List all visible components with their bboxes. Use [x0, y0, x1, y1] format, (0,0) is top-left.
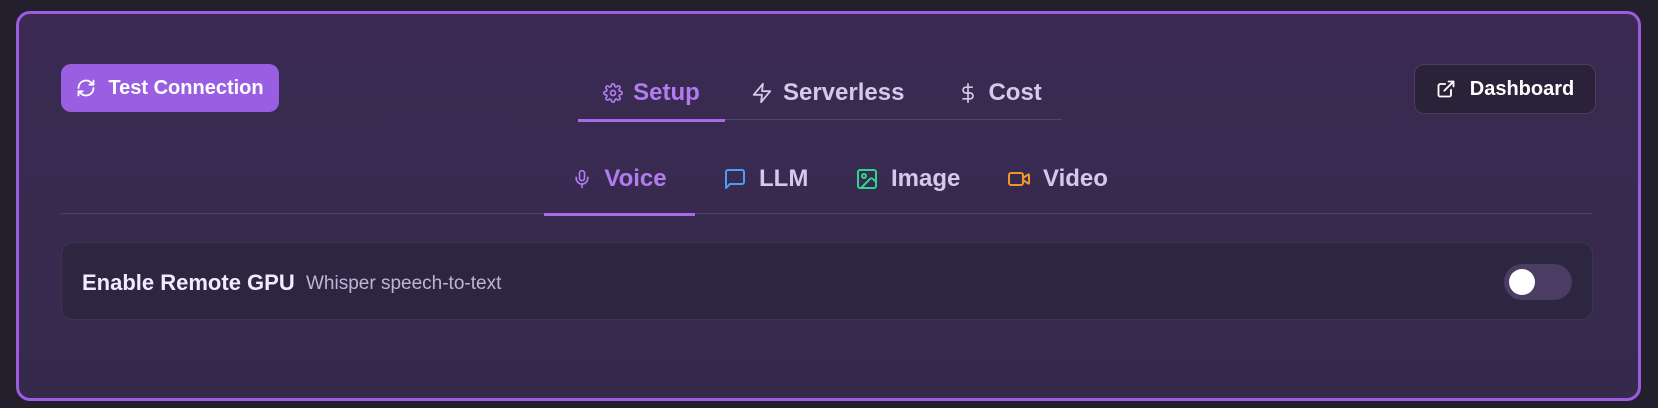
tab-video-label: Video [1043, 165, 1108, 192]
lightning-icon [751, 82, 773, 104]
test-connection-button[interactable]: Test Connection [61, 64, 279, 112]
top-tab-bar: Setup Serverless Cost [578, 66, 1062, 122]
setting-title: Enable Remote GPU [82, 270, 295, 295]
tab-serverless[interactable]: Serverless [751, 66, 904, 120]
dollar-icon [958, 82, 978, 104]
tab-video[interactable]: Video [1007, 144, 1108, 214]
remote-gpu-toggle[interactable] [1504, 264, 1572, 300]
sub-tab-bar: Voice LLM Image Video [61, 144, 1593, 216]
tab-image-label: Image [891, 165, 961, 192]
tab-serverless-label: Serverless [783, 79, 905, 106]
tab-llm-label: LLM [759, 165, 809, 192]
setting-subtitle: Whisper speech-to-text [306, 273, 502, 294]
chat-bubble-icon [723, 167, 747, 191]
tab-image[interactable]: Image [855, 144, 960, 214]
tab-voice[interactable]: Voice [544, 144, 695, 216]
external-link-icon [1436, 79, 1456, 99]
tab-llm[interactable]: LLM [723, 144, 808, 214]
tab-setup-label: Setup [633, 79, 700, 106]
tab-setup[interactable]: Setup [578, 66, 725, 122]
tab-voice-label: Voice [604, 165, 667, 192]
gear-icon [603, 83, 624, 103]
dashboard-button[interactable]: Dashboard [1414, 64, 1596, 114]
video-camera-icon [1007, 167, 1031, 191]
tab-cost-label: Cost [988, 79, 1042, 106]
test-connection-label: Test Connection [108, 76, 264, 99]
gpu-settings-panel: Test Connection Setup Serverless Cost Da… [16, 11, 1641, 401]
remote-gpu-setting: Enable Remote GPU Whisper speech-to-text [61, 242, 1593, 320]
dashboard-label: Dashboard [1469, 77, 1575, 100]
refresh-icon [76, 78, 96, 98]
microphone-icon [572, 167, 592, 191]
toggle-knob [1509, 269, 1535, 295]
tab-cost[interactable]: Cost [958, 66, 1042, 120]
image-icon [855, 167, 879, 191]
